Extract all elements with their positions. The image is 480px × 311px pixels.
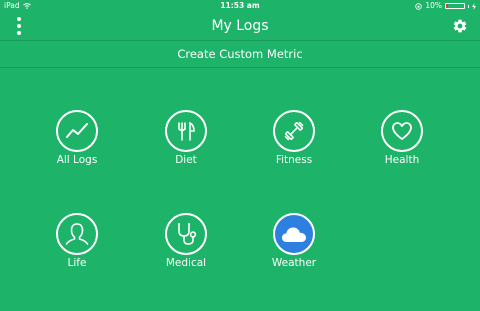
tile-circle — [56, 110, 98, 152]
tile-circle — [273, 110, 315, 152]
tile-circle — [381, 110, 423, 152]
orientation-lock-icon — [415, 2, 423, 10]
dumbbell-icon — [284, 121, 304, 141]
stethoscope-icon — [178, 223, 197, 245]
charging-icon — [472, 2, 476, 10]
tile-label: Weather — [271, 257, 317, 269]
create-custom-metric-button[interactable]: Create Custom Metric — [0, 41, 480, 68]
tile-label: Medical — [165, 257, 207, 269]
status-bar: iPad 11:53 am 10% — [0, 0, 480, 12]
gear-icon — [453, 19, 467, 33]
page-title: My Logs — [211, 18, 269, 34]
battery-tip — [468, 4, 469, 8]
tile-circle — [165, 213, 207, 255]
trend-line-icon — [66, 123, 88, 138]
battery-percent: 10% — [425, 1, 442, 10]
tile-circle — [165, 110, 207, 152]
cloud-icon — [282, 227, 306, 242]
tile-label: Diet — [175, 154, 197, 166]
tile-label: All Logs — [56, 154, 98, 166]
tile-fitness[interactable]: Fitness — [249, 110, 339, 166]
tile-health[interactable]: Health — [357, 110, 447, 166]
battery-icon — [445, 3, 465, 9]
tile-life[interactable]: Life — [32, 213, 122, 269]
tile-diet[interactable]: Diet — [141, 110, 231, 166]
heart-icon — [392, 122, 412, 140]
status-time: 11:53 am — [220, 1, 260, 10]
tile-all-logs[interactable]: All Logs — [32, 110, 122, 166]
tile-label: Fitness — [275, 154, 313, 166]
tile-label: Health — [384, 154, 420, 166]
status-right: 10% — [415, 0, 476, 12]
tile-label: Life — [67, 257, 87, 269]
settings-button[interactable] — [452, 18, 468, 34]
tile-circle — [56, 213, 98, 255]
fork-knife-icon — [178, 121, 195, 141]
nav-bar: My Logs — [0, 12, 480, 41]
tile-medical[interactable]: Medical — [141, 213, 231, 269]
tile-weather[interactable]: Weather — [249, 213, 339, 269]
tile-circle — [273, 213, 315, 255]
person-icon — [65, 223, 89, 245]
